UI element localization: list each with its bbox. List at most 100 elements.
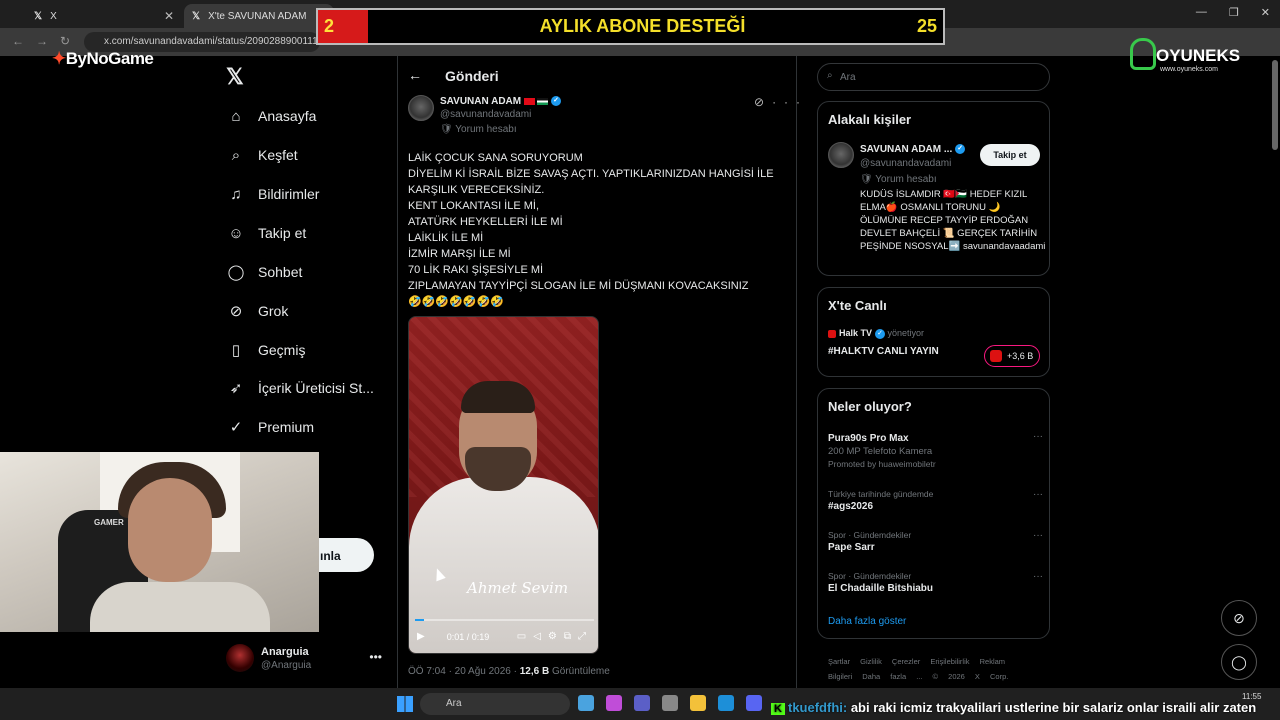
nav-item[interactable]: ⌕ Keşfet <box>226 141 298 169</box>
taskbar-search-text: Ara <box>446 698 462 709</box>
chat-nick: tkuefdfhi: <box>788 700 848 715</box>
app-icon[interactable] <box>578 695 594 711</box>
trend-item[interactable]: Spor · Gündemdekiler Pape Sarr ··· <box>828 530 1043 553</box>
person-name[interactable]: SAVUNAN ADAM ... ✓ <box>860 144 966 155</box>
captions-icon[interactable]: ▭ <box>517 631 533 642</box>
nav-item[interactable]: ♫ Bildirimler <box>226 180 319 208</box>
discord-icon[interactable] <box>746 695 762 711</box>
chair-logo: GAMER <box>94 518 124 527</box>
video-progress-bar[interactable] <box>415 619 594 621</box>
shield-icon: 🛡 <box>860 174 876 185</box>
streamer-body <box>90 582 270 632</box>
more-icon[interactable]: ··· <box>772 95 808 109</box>
search-input[interactable]: ⌕ Ara <box>817 63 1050 91</box>
more-icon[interactable]: ••• <box>369 650 382 664</box>
tweet-line: KARŞILIK VERECEKSİNİZ. <box>408 184 545 196</box>
tweet-line: 🤣🤣🤣🤣🤣🤣🤣 <box>408 296 504 308</box>
account-switcher[interactable]: Anarguia @Anarguia ••• <box>226 642 386 676</box>
banner-left-count: 2 <box>318 10 368 43</box>
author-name-text[interactable]: SAVUNAN ADAM <box>440 96 521 107</box>
robot-icon <box>1130 38 1156 70</box>
author-avatar[interactable] <box>408 95 434 121</box>
verified-icon: ✓ <box>875 328 886 339</box>
scrollbar[interactable] <box>1272 60 1278 150</box>
author-name[interactable]: SAVUNAN ADAM ✓ <box>440 96 562 107</box>
video-control-icons: ▭◁⚙⧉⤢ <box>517 631 593 642</box>
store-icon[interactable] <box>662 695 678 711</box>
trend-item[interactable]: Türkiye tarihinde gündemde #ags2026 ··· <box>828 489 1043 512</box>
settings-icon[interactable]: ⚙ <box>548 631 564 642</box>
grok-fab-icon[interactable]: ⊘ <box>1221 600 1257 636</box>
comment-account-text: Yorum hesabı <box>455 124 517 135</box>
nav-item[interactable]: ⊘ Grok <box>226 297 289 325</box>
oyuneks-text: OYUNEKS <box>1156 46 1241 65</box>
x-home-logo-icon[interactable]: 𝕏 <box>226 64 244 90</box>
forward-icon[interactable]: → <box>36 34 48 48</box>
home-icon: ⌂ <box>231 107 241 125</box>
teams-icon[interactable] <box>634 695 650 711</box>
copilot-icon[interactable] <box>606 695 622 711</box>
account-handle: @Anarguia <box>261 660 312 671</box>
kick-icon: K <box>771 703 785 715</box>
folder-icon[interactable] <box>690 695 706 711</box>
oyuneks-logo: OYUNEKS www.oyuneks.com <box>1130 38 1250 78</box>
nav-item-label: Grok <box>258 303 289 319</box>
back-icon[interactable]: ← <box>12 34 24 48</box>
tweet-line: ZIPLAMAYAN TAYYİPÇİ SLOGAN İLE Mİ DÜŞMAN… <box>408 280 749 292</box>
turkey-flag-icon <box>524 97 536 105</box>
trend-item[interactable]: Pura90s Pro Max 200 MP Telefoto Kamera Pro… <box>828 431 1043 469</box>
popout-icon[interactable]: ⧉ <box>564 631 578 642</box>
live-source-name[interactable]: Halk TV <box>839 328 872 338</box>
nav-item[interactable]: ◯ Sohbet <box>226 258 303 286</box>
close-icon[interactable]: ✕ <box>164 9 174 23</box>
tab-x[interactable]: 𝕏 X ✕ <box>26 4 182 28</box>
live-listener-count[interactable]: +3,6 B <box>984 345 1040 367</box>
card-title: Neler oluyor? <box>828 399 912 414</box>
live-source[interactable]: Halk TV ✓ yönetiyor <box>828 328 924 339</box>
live-show-title[interactable]: #HALKTV CANLI YAYIN <box>828 346 939 357</box>
nav-item[interactable]: ▯ Geçmiş <box>226 336 306 364</box>
person-handle[interactable]: @savunandavadami <box>860 158 951 169</box>
person-bio: KUDÜS İSLAMDIR 🇹🇷🇵🇸 HEDEF KIZIL ELMA🍎 OS… <box>860 189 1046 252</box>
comment-account-label: 🛡 Yorum hesabı <box>860 174 937 185</box>
video-progress-fill <box>415 619 424 621</box>
nav-item-label: Sohbet <box>258 264 303 280</box>
oyuneks-url: www.oyuneks.com <box>1160 66 1218 73</box>
halktv-icon <box>828 329 836 338</box>
person-name-text[interactable]: SAVUNAN ADAM ... <box>860 144 952 155</box>
volume-icon[interactable]: ◁ <box>533 631 548 642</box>
fullscreen-icon[interactable]: ⤢ <box>578 631 593 642</box>
follow-icon: ☺ <box>228 224 244 242</box>
more-icon[interactable]: ··· <box>1033 489 1043 500</box>
show-more-link[interactable]: Daha fazla göster <box>828 616 906 627</box>
windows-start-icon[interactable] <box>397 696 413 712</box>
close-window-icon[interactable]: ✕ <box>1261 6 1270 19</box>
more-icon[interactable]: ··· <box>1033 431 1043 442</box>
chat-icon: ◯ <box>227 264 245 281</box>
nav-item[interactable]: ⌂ Anasayfa <box>226 102 316 130</box>
avatar[interactable] <box>828 142 854 168</box>
reload-icon[interactable]: ↻ <box>60 34 70 48</box>
live-card: X'te Canlı Halk TV ✓ yönetiyor #HALKTV CA… <box>817 287 1050 377</box>
author-handle[interactable]: @savunandavadami <box>440 109 531 120</box>
nav-item[interactable]: ➶ İçerik Üreticisi St... <box>226 374 374 402</box>
nav-item[interactable]: ☺ Takip et <box>226 219 306 247</box>
grok-icon[interactable]: ⊘ <box>754 95 772 109</box>
minimize-icon[interactable]: — <box>1196 6 1207 19</box>
more-icon[interactable]: ··· <box>1033 530 1043 541</box>
comment-account-text: Yorum hesabı <box>875 174 937 185</box>
banner-right-count: 25 <box>916 16 937 36</box>
post-view-count: 12,6 B <box>519 666 550 677</box>
maximize-icon[interactable]: ❐ <box>1229 6 1239 19</box>
follow-button[interactable]: Takip et <box>980 144 1040 166</box>
video-player[interactable]: Ahmet Sevim ▶ 0:01 / 0:19 ▭◁⚙⧉⤢ <box>408 316 599 654</box>
trend-item[interactable]: Spor · Gündemdekiler El Chadaille Bitshia… <box>828 571 1043 594</box>
play-icon[interactable]: ▶ <box>417 631 425 642</box>
edge-icon[interactable] <box>718 695 734 711</box>
tab-post[interactable]: 𝕏 X'te SAVUNAN ADAM <box>184 4 334 28</box>
more-icon[interactable]: ··· <box>1033 571 1043 582</box>
taskbar-search[interactable]: Ara <box>420 693 570 715</box>
messages-fab-icon[interactable]: ◯ <box>1221 644 1257 680</box>
back-arrow-icon[interactable]: ← <box>408 67 422 83</box>
nav-item[interactable]: ✓ Premium <box>226 413 314 441</box>
